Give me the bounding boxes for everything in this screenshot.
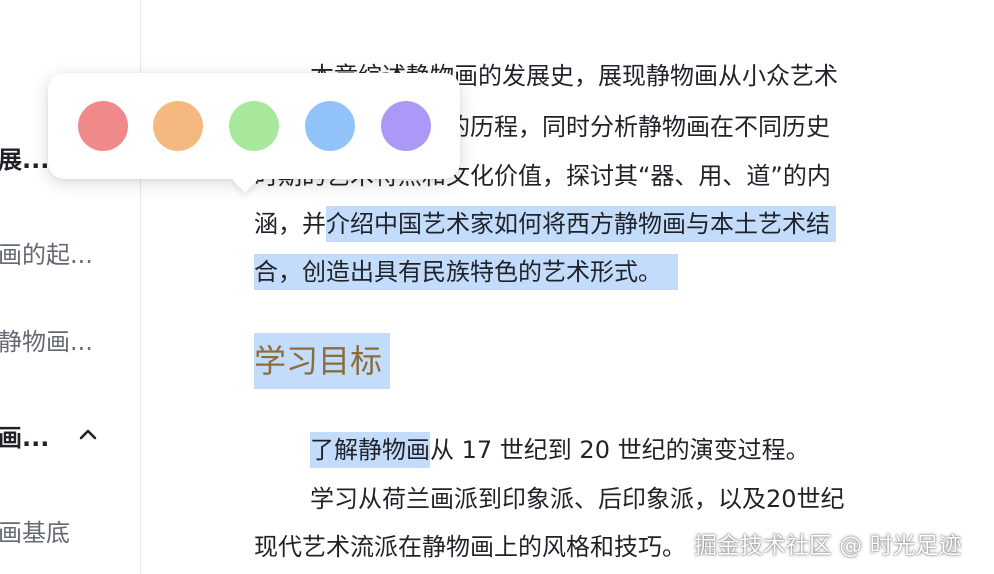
selected-text: 介绍中国艺术家如何将西方静物画与本土艺术结 [326,206,836,242]
goal-line-1-rest: 从 17 世纪到 20 世纪的演变过程。 [430,436,810,464]
toc-item-4[interactable]: 画... [0,415,140,455]
goal-line-2: 学习从荷兰画派到印象派、后印象派，以及20世纪 [310,485,845,513]
section-heading: 学习目标 [254,333,391,389]
toc-item-label: 画基底 [0,518,70,547]
color-swatch-blue[interactable] [305,101,355,151]
color-swatch-green[interactable] [229,101,279,151]
chevron-up-icon[interactable] [76,423,100,447]
highlight-color-picker [48,73,460,193]
intro-line-4: 涵，并介绍中国艺术家如何将西方静物画与本土艺术结 [254,200,836,248]
color-swatch-orange[interactable] [153,101,203,151]
goal-line-1: 了解静物画从 17 世纪到 20 世纪的演变过程。 [310,426,810,474]
color-swatch-purple[interactable] [381,101,431,151]
toc-item-label: 展... [0,145,50,174]
toc-item-label: 画的起... [0,240,93,269]
intro-line-5: 合，创造出具有民族特色的艺术形式。 [254,248,678,296]
toc-item-3[interactable]: 静物画... [0,319,140,359]
goal-line-3: 现代艺术流派在静物画上的风格和技巧。 [254,533,686,561]
toc-item-2[interactable]: 画的起... [0,232,140,272]
intro-line-4-text: 涵，并 [254,210,326,238]
toc-item-label: 静物画... [0,327,93,356]
selected-text: 了解静物画 [310,432,430,468]
selected-text: 合，创造出具有民族特色的艺术形式。 [254,254,678,290]
toc-item-5[interactable]: 画基底 [0,510,140,550]
watermark: 掘金技术社区 @ 时光足迹 [694,533,962,559]
toc-item-label: 画... [0,423,50,452]
color-swatch-red[interactable] [78,101,128,151]
